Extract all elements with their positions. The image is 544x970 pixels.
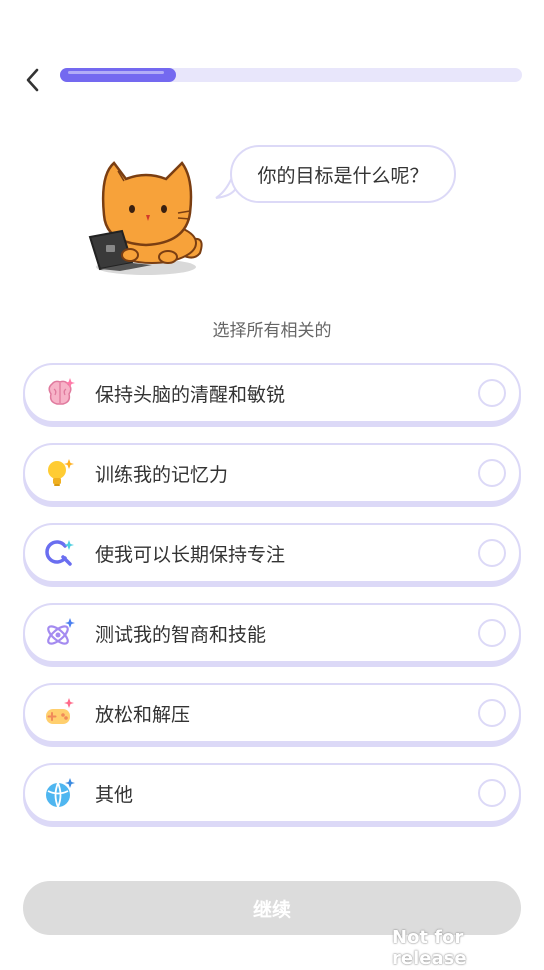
option-label: 测试我的智商和技能 — [95, 623, 267, 646]
progress-bar — [60, 68, 522, 82]
option-other[interactable]: 其他 — [23, 763, 521, 823]
option-label: 其他 — [95, 783, 134, 806]
option-focus[interactable]: 使我可以长期保持专注 — [23, 523, 521, 583]
focus-search-icon — [43, 536, 77, 570]
globe-icon — [43, 776, 77, 810]
back-button[interactable] — [18, 62, 46, 98]
speech-bubble: 你的目标是什么呢？ — [230, 145, 456, 203]
subtitle: 选择所有相关的 — [212, 321, 332, 341]
atom-icon — [43, 616, 77, 650]
option-radio[interactable] — [478, 699, 506, 727]
watermark: Not for release — [392, 927, 467, 969]
option-radio[interactable] — [478, 779, 506, 807]
option-iq-skills[interactable]: 测试我的智商和技能 — [23, 603, 521, 663]
option-relax[interactable]: 放松和解压 — [23, 683, 521, 743]
chevron-left-icon — [26, 68, 39, 92]
option-label: 保持头脑的清醒和敏锐 — [95, 383, 286, 406]
lightbulb-icon — [43, 456, 77, 490]
option-radio[interactable] — [478, 619, 506, 647]
option-label: 使我可以长期保持专注 — [95, 543, 286, 566]
option-label: 放松和解压 — [95, 703, 191, 726]
bubble-text: 你的目标是什么呢？ — [257, 164, 429, 187]
option-clear-mind[interactable]: 保持头脑的清醒和敏锐 — [23, 363, 521, 423]
gamepad-icon — [43, 696, 77, 730]
brain-icon — [43, 376, 77, 410]
option-memory[interactable]: 训练我的记忆力 — [23, 443, 521, 503]
progress-fill — [60, 68, 176, 82]
option-radio[interactable] — [478, 379, 506, 407]
option-radio[interactable] — [478, 539, 506, 567]
option-label: 训练我的记忆力 — [95, 463, 229, 486]
continue-label: 继续 — [252, 898, 291, 921]
cat-mascot-icon — [88, 161, 203, 275]
option-radio[interactable] — [478, 459, 506, 487]
